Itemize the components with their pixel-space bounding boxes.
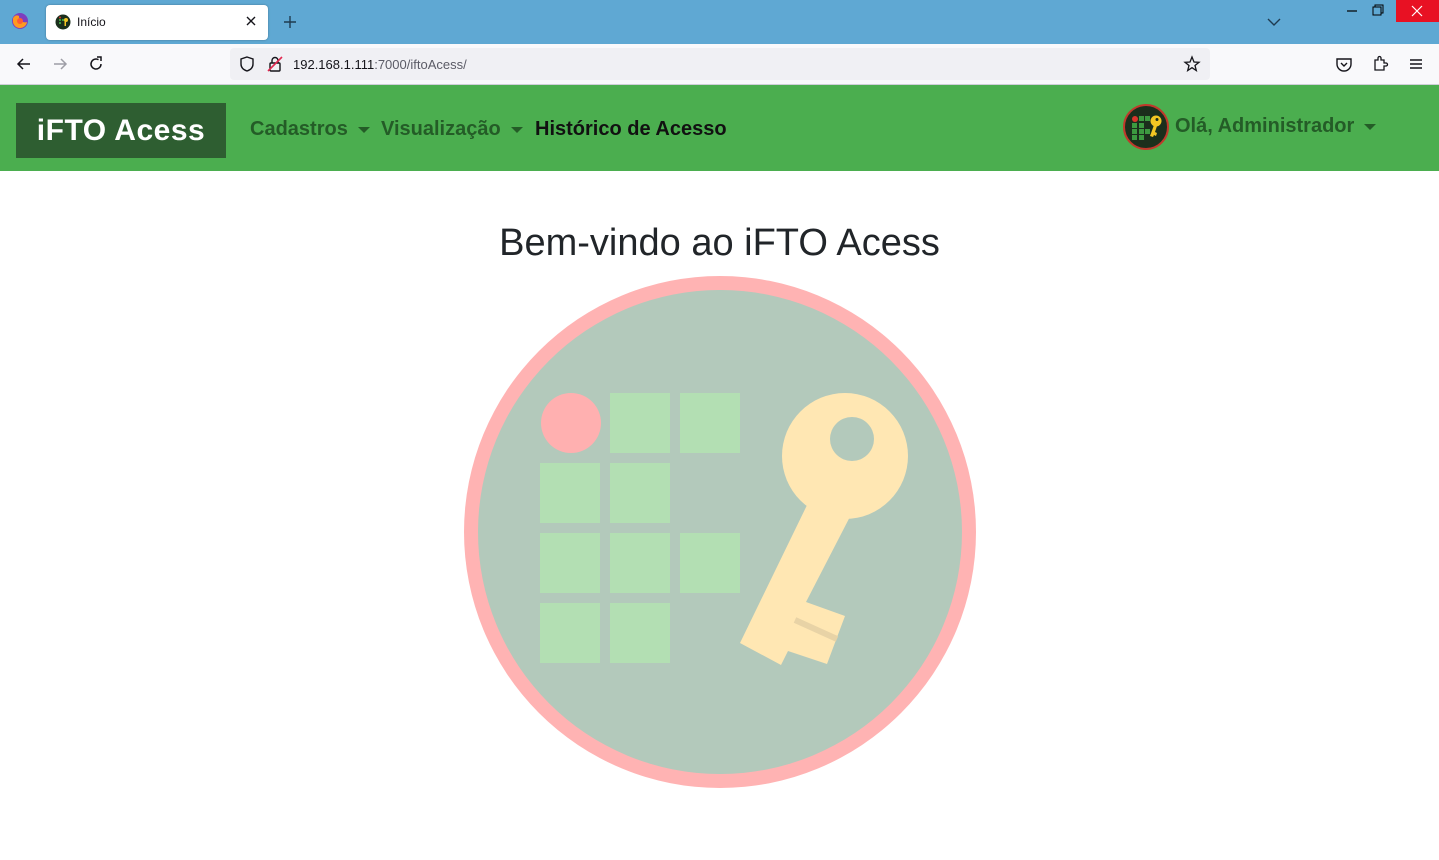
address-bar[interactable]: 192.168.1.111:7000/iftoAcess/ — [230, 48, 1210, 80]
brand-logo-text[interactable]: iFTO Acess — [16, 103, 226, 158]
url-host: 192.168.1.111 — [293, 57, 375, 72]
new-tab-icon[interactable] — [280, 12, 300, 32]
caret-down-icon — [510, 126, 523, 133]
window-restore-icon[interactable] — [1360, 0, 1396, 22]
pocket-icon[interactable] — [1334, 54, 1354, 74]
browser-toolbar: 192.168.1.111:7000/iftoAcess/ — [0, 44, 1439, 85]
app-navbar: iFTO Acess Cadastros Visualização Histór… — [0, 85, 1439, 171]
nav-cadastros-dropdown[interactable]: Cadastros — [250, 118, 370, 141]
nav-historico-label: Histórico de Acesso — [535, 118, 727, 140]
caret-down-icon — [357, 126, 370, 133]
list-all-tabs-icon[interactable] — [1264, 12, 1284, 32]
user-greeting: Olá, Administrador — [1175, 115, 1355, 137]
tab-title: Início — [77, 15, 106, 29]
ifto-key-avatar-icon — [1132, 115, 1162, 140]
url-path: :7000/iftoAcess/ — [374, 57, 467, 72]
insecure-lock-icon[interactable] — [266, 55, 284, 73]
browser-tab-strip: Início — [0, 0, 1439, 44]
caret-down-icon — [1364, 123, 1377, 130]
bookmark-star-icon[interactable] — [1183, 55, 1201, 73]
reload-icon[interactable] — [86, 54, 106, 74]
nav-visualizacao-label: Visualização — [381, 118, 501, 140]
nav-visualizacao-dropdown[interactable]: Visualização — [381, 118, 523, 141]
nav-historico-link[interactable]: Histórico de Acesso — [535, 118, 727, 141]
app-menu-icon[interactable] — [1406, 54, 1426, 74]
back-arrow-icon[interactable] — [14, 54, 34, 74]
nav-cadastros-label: Cadastros — [250, 118, 348, 140]
user-avatar[interactable] — [1123, 104, 1169, 150]
browser-tab-active[interactable]: Início — [46, 5, 268, 40]
tracking-protection-shield-icon[interactable] — [238, 55, 256, 73]
window-close-icon[interactable] — [1396, 0, 1439, 22]
tab-close-icon[interactable] — [242, 12, 260, 30]
ifto-key-logo-icon — [464, 276, 976, 788]
tab-favicon-icon — [55, 14, 71, 30]
forward-arrow-icon[interactable] — [50, 54, 70, 74]
firefox-icon[interactable] — [10, 11, 30, 31]
extensions-icon[interactable] — [1370, 54, 1390, 74]
user-menu-dropdown[interactable]: Olá, Administrador — [1175, 115, 1377, 138]
url-text: 192.168.1.111:7000/iftoAcess/ — [293, 57, 467, 72]
page-title: Bem-vindo ao iFTO Acess — [499, 222, 940, 264]
